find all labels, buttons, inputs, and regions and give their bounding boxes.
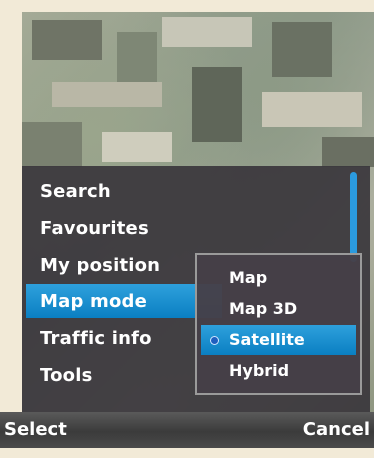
softkey-bar: Select Cancel [0, 412, 374, 448]
select-softkey[interactable]: Select [4, 412, 67, 448]
menu-item-traffic-info[interactable]: Traffic info [40, 323, 152, 355]
submenu-item-map[interactable]: Map [229, 263, 267, 293]
menu-item-search[interactable]: Search [40, 176, 111, 208]
menu-item-map-mode[interactable]: Map mode [40, 286, 147, 318]
map-mode-submenu: Map Map 3D Satellite Hybrid [195, 253, 362, 395]
menu-scrollbar[interactable] [350, 172, 357, 262]
submenu-item-satellite[interactable]: Satellite [229, 325, 305, 355]
menu-item-my-position[interactable]: My position [40, 250, 160, 282]
menu-item-favourites[interactable]: Favourites [40, 213, 149, 245]
submenu-item-hybrid[interactable]: Hybrid [229, 356, 289, 386]
phone-screen: Search Favourites My position Map mode T… [0, 0, 374, 458]
cancel-softkey[interactable]: Cancel [303, 412, 370, 448]
submenu-item-map-3d[interactable]: Map 3D [229, 294, 297, 324]
radio-dot-icon [211, 337, 218, 344]
menu-item-tools[interactable]: Tools [40, 360, 93, 392]
